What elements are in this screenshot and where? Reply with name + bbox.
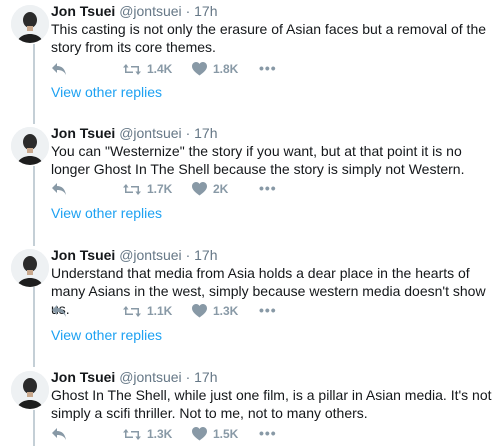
tweet-actions: 1.3K 1.5K ••• [51,425,491,443]
like-button[interactable]: 1.3K [192,302,238,320]
reply-button[interactable] [51,180,67,198]
tweet-actions: 1.7K 2K ••• [51,180,491,198]
reply-icon [52,305,66,317]
more-options-icon[interactable]: ••• [259,60,277,76]
more-options-icon[interactable]: ••• [259,180,277,196]
heart-icon [192,427,207,441]
retweet-icon [123,183,141,195]
retweet-count: 1.1K [147,304,173,318]
retweet-icon [123,428,141,440]
reply-icon [52,183,66,195]
timestamp[interactable]: 17h [194,3,217,19]
avatar[interactable] [11,371,49,409]
author-handle[interactable]: @jontsuei [119,125,181,141]
timestamp[interactable]: 17h [194,125,217,141]
view-other-replies-link[interactable]: View other replies [51,84,162,100]
retweet-count: 1.4K [147,62,173,76]
tweet-actions: 1.1K 1.3K ••• [51,302,491,320]
retweet-icon [123,63,141,75]
separator: · [185,247,191,263]
retweet-icon [123,305,141,317]
avatar[interactable] [11,5,49,43]
author-handle[interactable]: @jontsuei [119,369,181,385]
like-button[interactable]: 1.8K [192,60,238,78]
tweet: Jon Tsuei @jontsuei · 17h This casting i… [0,3,500,103]
tweet-header: Jon Tsuei @jontsuei · 17h [51,125,217,142]
retweet-button[interactable]: 1.3K [123,425,172,443]
tweet-header: Jon Tsuei @jontsuei · 17h [51,3,217,20]
author-name[interactable]: Jon Tsuei [51,3,115,19]
like-count: 1.3K [213,304,239,318]
view-other-replies-link[interactable]: View other replies [51,205,162,221]
view-other-replies-link[interactable]: View other replies [51,327,162,343]
author-name[interactable]: Jon Tsuei [51,369,115,385]
separator: · [185,369,191,385]
heart-icon [192,182,207,196]
tweet: Jon Tsuei @jontsuei · 17h Ghost In The S… [0,369,500,446]
tweet-text: Ghost In The Shell, while just one film,… [51,387,492,421]
avatar[interactable] [11,249,49,287]
retweet-count: 1.7K [147,182,173,196]
like-count: 2K [213,182,229,196]
like-button[interactable]: 1.5K [192,425,238,443]
heart-icon [192,62,207,76]
retweet-button[interactable]: 1.4K [123,60,172,78]
more-options-icon[interactable]: ••• [259,302,277,318]
heart-icon [192,304,207,318]
reply-button[interactable] [51,425,67,443]
tweet-text: You can "Westernize" the story if you wa… [51,143,465,177]
tweet-header: Jon Tsuei @jontsuei · 17h [51,369,217,386]
reply-icon [52,63,66,75]
retweet-button[interactable]: 1.1K [123,302,172,320]
timestamp[interactable]: 17h [194,369,217,385]
separator: · [185,125,191,141]
like-count: 1.5K [213,427,239,441]
reply-icon [52,428,66,440]
author-name[interactable]: Jon Tsuei [51,125,115,141]
tweet: Jon Tsuei @jontsuei · 17h Understand tha… [0,247,500,347]
retweet-button[interactable]: 1.7K [123,180,172,198]
reply-button[interactable] [51,60,67,78]
author-handle[interactable]: @jontsuei [119,247,181,263]
avatar[interactable] [11,127,49,165]
reply-button[interactable] [51,302,67,320]
author-handle[interactable]: @jontsuei [119,3,181,19]
tweet-header: Jon Tsuei @jontsuei · 17h [51,247,217,264]
retweet-count: 1.3K [147,427,173,441]
more-options-icon[interactable]: ••• [259,425,277,441]
separator: · [185,3,191,19]
like-button[interactable]: 2K [192,180,228,198]
tweet: Jon Tsuei @jontsuei · 17h You can "Weste… [0,125,500,225]
author-name[interactable]: Jon Tsuei [51,247,115,263]
tweet-text: This casting is not only the erasure of … [51,21,487,55]
tweet-actions: 1.4K 1.8K ••• [51,60,491,78]
like-count: 1.8K [213,62,239,76]
timestamp[interactable]: 17h [194,247,217,263]
